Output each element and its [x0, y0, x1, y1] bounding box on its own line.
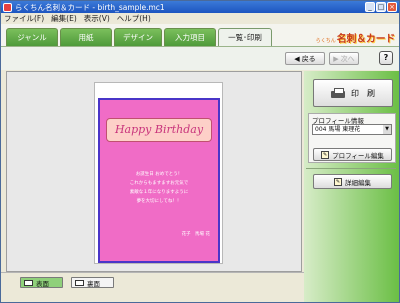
menu-view[interactable]: 表示(V)	[84, 13, 110, 24]
window-controls: _ □ ×	[365, 2, 397, 12]
back-label: 戻る	[301, 54, 316, 63]
title-bar[interactable]: らくちん名刺＆カード - birth_sample.mc1 _ □ ×	[1, 1, 399, 13]
menu-edit[interactable]: 編集(E)	[51, 13, 77, 24]
tab-strip: ジャンル 用紙 デザイン 入力項目 一覧･印刷 らくちん 名刺＆カード	[1, 24, 399, 47]
toolbar: ◀ 戻る ▶ 次へ ?	[1, 46, 399, 70]
detail-edit-label: 詳細編集	[345, 178, 371, 187]
card-message-line: 素敵な１年になりますように	[129, 190, 189, 195]
front-card-icon	[24, 279, 33, 286]
front-side-button[interactable]: 表面	[20, 277, 63, 288]
app-window: らくちん名刺＆カード - birth_sample.mc1 _ □ × ファイル…	[0, 0, 400, 303]
sidebar-divider	[306, 168, 396, 169]
paper-sheet: Happy Birthday お誕生日 おめでとう！ これからもますますお元気で…	[94, 82, 223, 264]
next-arrow-icon: ▶	[333, 54, 339, 63]
detail-edit-icon: ✎	[334, 177, 342, 186]
chevron-down-icon[interactable]: ▼	[383, 125, 391, 134]
brand-logo: らくちん 名刺＆カード	[315, 30, 396, 45]
tab-genre[interactable]: ジャンル	[6, 28, 58, 46]
print-button[interactable]: 印 刷	[313, 79, 393, 107]
print-label: 印 刷	[351, 88, 375, 98]
card-message-line: これからもますますお元気で	[129, 181, 189, 186]
tab-list-print[interactable]: 一覧･印刷	[218, 28, 272, 47]
preview-area: Happy Birthday お誕生日 おめでとう！ これからもますますお元気で…	[6, 71, 302, 272]
sidebar: 印 刷 プロフィール情報 004 馬場 東理花 ▼ ✎ プロフィール編集 ✎ 詳…	[304, 71, 399, 302]
profile-edit-icon: ✎	[321, 150, 330, 159]
minimize-button[interactable]: _	[365, 2, 375, 12]
menu-file[interactable]: ファイル(F)	[4, 13, 44, 24]
menu-bar: ファイル(F) 編集(E) 表示(V) ヘルプ(H)	[1, 13, 399, 24]
detail-edit-button[interactable]: ✎ 詳細編集	[313, 174, 392, 189]
back-card-icon	[75, 279, 84, 286]
back-side-button[interactable]: 裏面	[71, 277, 114, 288]
card-preview[interactable]: Happy Birthday お誕生日 おめでとう！ これからもますますお元気で…	[98, 98, 220, 263]
brand-text: 名刺＆カード	[336, 34, 396, 45]
card-banner: Happy Birthday	[106, 118, 212, 142]
card-message-line: 夢を大切にしてね！！	[136, 199, 182, 204]
profile-selected-value: 004 馬場 東理花	[315, 126, 361, 133]
maximize-button[interactable]: □	[376, 2, 386, 12]
tab-design[interactable]: デザイン	[114, 28, 162, 46]
app-icon	[3, 2, 12, 12]
printer-icon	[331, 88, 345, 98]
window-title: らくちん名刺＆カード - birth_sample.mc1	[15, 2, 165, 12]
next-button[interactable]: ▶ 次へ	[329, 52, 359, 65]
profile-edit-label: プロフィール編集	[332, 151, 384, 160]
tab-input-items[interactable]: 入力項目	[164, 28, 216, 46]
tab-paper[interactable]: 用紙	[60, 28, 112, 46]
help-button[interactable]: ?	[379, 51, 393, 65]
profile-select[interactable]: 004 馬場 東理花 ▼	[312, 124, 392, 135]
back-button[interactable]: ◀ 戻る	[285, 52, 325, 65]
card-message-line: お誕生日 おめでとう！	[135, 172, 183, 177]
bottom-bar: 表面 裏面	[1, 272, 304, 302]
front-label: 表面	[36, 279, 49, 288]
back-label: 裏面	[87, 279, 100, 288]
next-label: 次へ	[340, 54, 355, 63]
brand-small-text: らくちん	[315, 38, 336, 44]
close-button[interactable]: ×	[387, 2, 397, 12]
card-signature: 花子 馬場 花	[181, 232, 210, 237]
menu-help[interactable]: ヘルプ(H)	[117, 13, 151, 24]
card-message: お誕生日 おめでとう！ これからもますますお元気で 素敵な１年になりますように …	[106, 170, 212, 206]
back-arrow-icon: ◀	[294, 54, 300, 63]
profile-edit-button[interactable]: ✎ プロフィール編集	[313, 148, 392, 161]
